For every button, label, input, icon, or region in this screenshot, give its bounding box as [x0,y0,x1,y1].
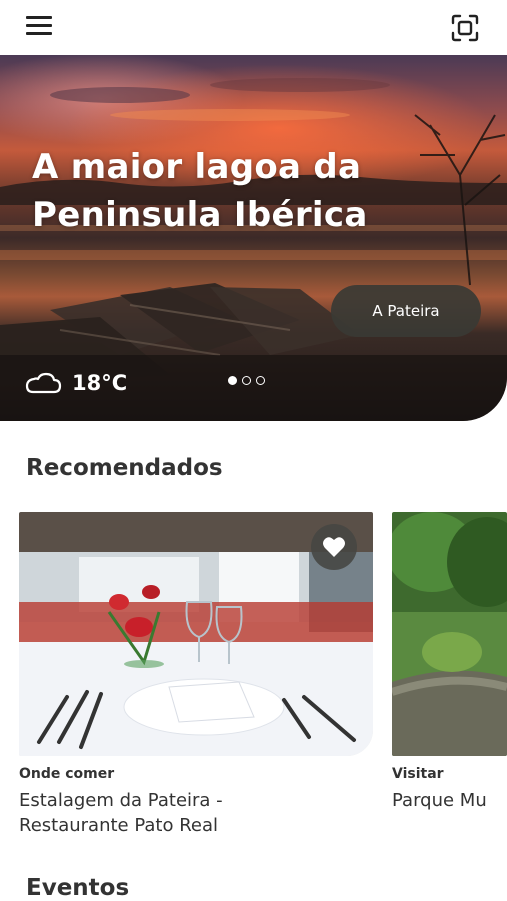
favorite-button[interactable] [311,524,357,570]
carousel-dot-2[interactable] [242,376,251,385]
card-title: Parque Mu [392,790,487,811]
hamburger-menu-icon[interactable] [26,16,52,36]
card-title-line1: Estalagem da Pateira - [19,790,223,811]
card-title: Estalagem da Pateira - Restaurante Pato … [19,788,223,838]
hero-title: A maior lagoa da Peninsula Ibérica [32,143,452,239]
card-category: Onde comer [19,766,115,782]
heart-icon [323,537,345,557]
top-bar [0,0,507,55]
a-pateira-button[interactable]: A Pateira [331,285,481,337]
carousel-dots [228,376,265,385]
temperature-text: 18°C [72,371,128,395]
recommended-section-title: Recomendados [26,455,223,481]
carousel-dot-1[interactable] [228,376,237,385]
hero-banner[interactable]: A maior lagoa da Peninsula Ibérica A Pat… [0,55,507,421]
hero-title-line2: Peninsula Ibérica [32,195,368,235]
hero-title-line1: A maior lagoa da [32,147,362,187]
recommended-card-park[interactable]: Visitar Parque Mu [392,512,507,822]
card-category: Visitar [392,766,444,782]
park-image [392,512,507,756]
weather-widget: 18°C [24,368,127,398]
cloud-icon [25,372,62,394]
card-title-line2: Restaurante Pato Real [19,815,219,836]
recommended-card-restaurant[interactable]: Onde comer Estalagem da Pateira - Restau… [19,512,373,842]
carousel-dot-3[interactable] [256,376,265,385]
events-section-title: Eventos [26,875,130,901]
qr-scan-icon[interactable] [450,13,480,43]
